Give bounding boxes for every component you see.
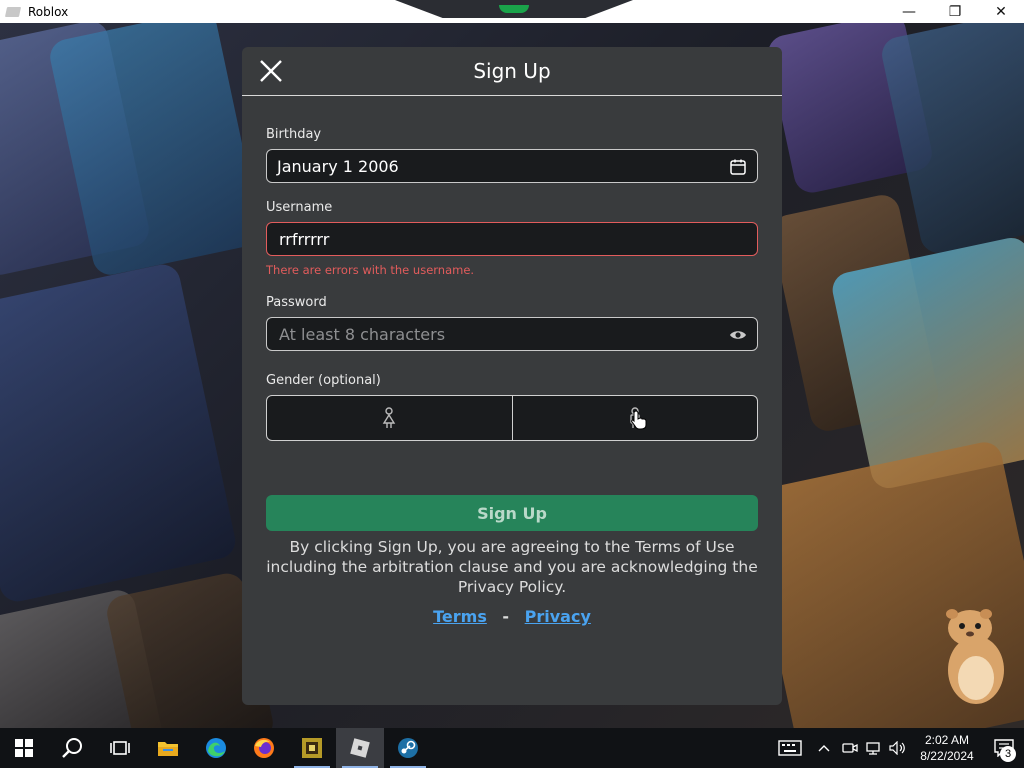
file-explorer-icon xyxy=(158,742,178,756)
search-button[interactable] xyxy=(48,728,96,768)
modal-title: Sign Up xyxy=(473,59,551,83)
window-title-bar: Roblox — ❐ ✕ xyxy=(0,0,1024,23)
signup-form: Birthday January 1 2006 Username There a… xyxy=(266,127,758,441)
username-label: Username xyxy=(266,200,333,215)
female-icon xyxy=(382,407,396,428)
signup-modal: Sign Up Birthday January 1 2006 Username… xyxy=(242,47,782,705)
username-field[interactable] xyxy=(266,222,758,256)
game-app-button[interactable] xyxy=(288,728,336,768)
password-field[interactable] xyxy=(266,317,758,351)
game-icon xyxy=(302,738,322,758)
birthday-field[interactable]: January 1 2006 xyxy=(266,149,758,183)
task-view-button[interactable] xyxy=(96,728,144,768)
notification-count-badge: 3 xyxy=(1000,746,1016,762)
search-icon xyxy=(62,738,82,758)
volume-button[interactable] xyxy=(886,728,910,768)
edge-icon xyxy=(206,738,226,758)
network-icon xyxy=(866,742,880,755)
modal-header: Sign Up xyxy=(242,47,782,96)
password-input[interactable] xyxy=(277,323,704,345)
window-title: Roblox xyxy=(28,4,69,19)
roblox-icon xyxy=(350,738,370,758)
gender-label: Gender (optional) xyxy=(266,373,381,388)
legal-text: By clicking Sign Up, you are agreeing to… xyxy=(266,538,758,596)
close-icon[interactable] xyxy=(258,58,284,84)
hamster-image xyxy=(946,609,1004,704)
gender-selector xyxy=(266,395,758,441)
privacy-link[interactable]: Privacy xyxy=(525,607,591,626)
birthday-label: Birthday xyxy=(266,127,322,142)
steam-button[interactable] xyxy=(384,728,432,768)
password-label: Password xyxy=(266,295,327,310)
start-button[interactable] xyxy=(0,728,48,768)
calendar-icon[interactable] xyxy=(729,158,747,176)
firefox-button[interactable] xyxy=(240,728,288,768)
network-button[interactable] xyxy=(862,728,886,768)
roblox-taskbar-button[interactable] xyxy=(336,728,384,768)
clock-date: 8/22/2024 xyxy=(920,749,974,763)
username-error-text: There are errors with the username. xyxy=(266,263,475,277)
roblox-top-notch xyxy=(395,0,633,18)
action-center-button[interactable]: 3 xyxy=(984,728,1024,768)
minimize-button[interactable]: — xyxy=(886,0,932,23)
firefox-icon xyxy=(254,738,274,758)
eye-icon[interactable] xyxy=(729,326,747,344)
hand-cursor-icon xyxy=(630,410,646,430)
keyboard-icon xyxy=(778,740,802,756)
maximize-button[interactable]: ❐ xyxy=(932,0,978,23)
clock[interactable]: 2:02 AM 8/22/2024 xyxy=(910,732,984,764)
roblox-app-icon xyxy=(4,6,22,17)
gender-male-button[interactable] xyxy=(511,396,758,440)
terms-link[interactable]: Terms xyxy=(433,607,487,626)
volume-icon xyxy=(889,741,905,755)
task-view-icon xyxy=(110,741,130,755)
system-tray: 2:02 AM 8/22/2024 3 xyxy=(770,728,1024,768)
steam-icon xyxy=(398,738,418,758)
edge-button[interactable] xyxy=(192,728,240,768)
touch-keyboard-button[interactable] xyxy=(770,728,810,768)
birthday-value: January 1 2006 xyxy=(277,156,399,176)
chevron-up-icon xyxy=(818,745,830,752)
start-icon xyxy=(15,739,33,757)
show-hidden-icons-button[interactable] xyxy=(810,728,838,768)
clock-time: 2:02 AM xyxy=(924,733,970,747)
gender-female-button[interactable] xyxy=(267,396,512,440)
file-explorer-button[interactable] xyxy=(144,728,192,768)
signup-button[interactable]: Sign Up xyxy=(266,495,758,531)
camera-icon xyxy=(842,743,858,753)
username-input[interactable] xyxy=(277,228,704,250)
windows-taskbar: 2:02 AM 8/22/2024 3 xyxy=(0,728,1024,768)
meet-now-button[interactable] xyxy=(838,728,862,768)
links-separator: - xyxy=(502,607,510,626)
close-window-button[interactable]: ✕ xyxy=(978,0,1024,23)
legal-links: Terms - Privacy xyxy=(242,607,782,626)
